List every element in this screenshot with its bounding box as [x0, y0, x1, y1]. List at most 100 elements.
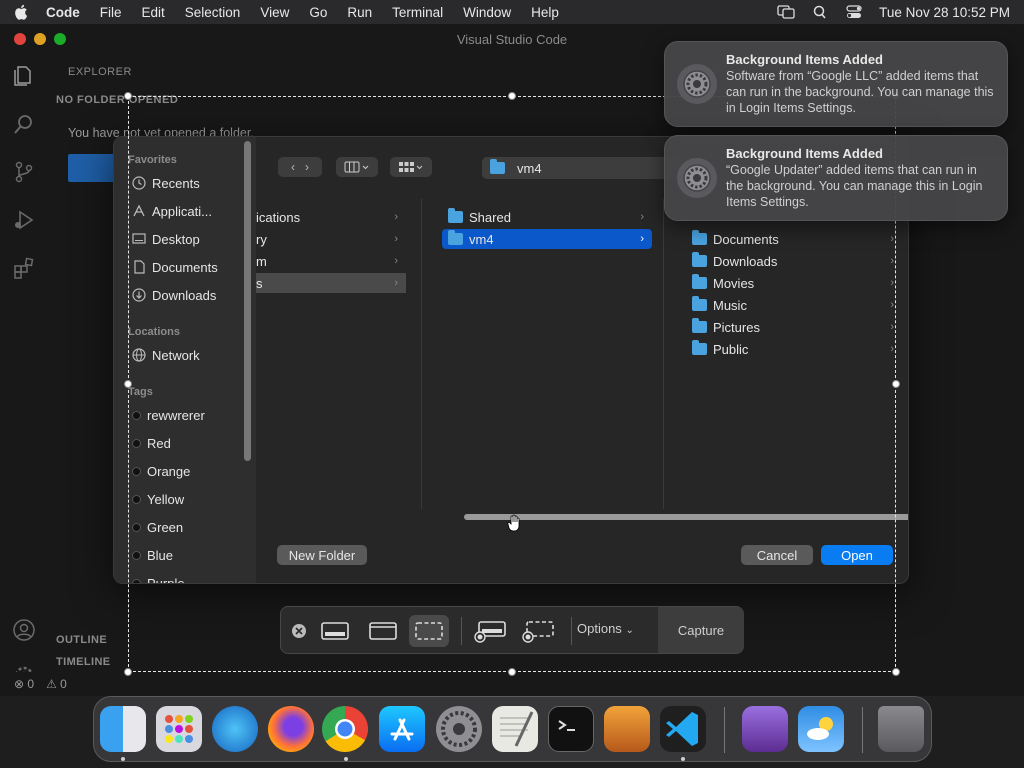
source-control-icon[interactable] [12, 160, 36, 184]
menu-edit[interactable]: Edit [142, 5, 165, 20]
capture-window-button[interactable] [363, 615, 403, 647]
sidebar-item-desktop[interactable]: Desktop [132, 229, 200, 249]
finder-icon[interactable] [100, 706, 146, 752]
selection-handle[interactable] [124, 380, 132, 388]
system-settings-gear-icon [677, 64, 717, 104]
list-item[interactable]: ry › [256, 229, 406, 249]
garageband-icon[interactable] [604, 706, 650, 752]
sidebar-tag-orange[interactable]: Orange [132, 461, 190, 481]
menu-help[interactable]: Help [531, 5, 559, 20]
folder-downloads[interactable]: Downloads › [692, 251, 902, 271]
selection-handle[interactable] [892, 668, 900, 676]
search-icon[interactable] [12, 112, 36, 136]
sidebar-scrollbar[interactable] [244, 141, 251, 461]
list-item[interactable]: m › [256, 251, 406, 271]
horizontal-scroll-thumb[interactable] [464, 514, 908, 520]
sidebar-tag-yellow[interactable]: Yellow [132, 489, 184, 509]
outline-section[interactable]: OUTLINE [56, 634, 107, 646]
account-icon[interactable] [12, 618, 36, 642]
selection-handle[interactable] [508, 92, 516, 100]
sidebar-item-documents[interactable]: Documents [132, 257, 218, 277]
sidebar-item-recents[interactable]: Recents [132, 173, 200, 193]
group-by-button[interactable] [390, 157, 432, 177]
sidebar-tag-purple[interactable]: Purple [132, 573, 185, 583]
weather-icon[interactable] [798, 706, 844, 752]
sidebar-item-applications[interactable]: Applicati... [132, 201, 212, 221]
close-window-button[interactable] [14, 33, 26, 45]
vscode-icon[interactable] [660, 706, 706, 752]
menu-go[interactable]: Go [309, 5, 327, 20]
horizontal-scrollbar[interactable] [256, 511, 908, 523]
firefox-icon[interactable] [268, 706, 314, 752]
folder-movies[interactable]: Movies › [692, 273, 902, 293]
column-view-button[interactable] [336, 157, 378, 177]
menu-run[interactable]: Run [347, 5, 372, 20]
applications-icon [133, 204, 145, 217]
folder-documents[interactable]: Documents › [692, 229, 902, 249]
screen-mirroring-icon[interactable] [777, 5, 795, 19]
trash-icon[interactable] [878, 706, 924, 752]
capture-button[interactable]: Capture [658, 607, 744, 653]
selection-handle[interactable] [124, 668, 132, 676]
capture-entire-screen-button[interactable] [315, 615, 355, 647]
terminal-icon[interactable] [548, 706, 594, 752]
zoom-window-button[interactable] [54, 33, 66, 45]
timeline-section[interactable]: TIMELINE [56, 656, 111, 668]
toolbar-divider [571, 617, 572, 645]
close-icon[interactable] [291, 623, 307, 639]
menu-selection[interactable]: Selection [185, 5, 241, 20]
selection-handle[interactable] [508, 668, 516, 676]
cancel-button[interactable]: Cancel [741, 545, 813, 565]
app-store-icon[interactable] [379, 706, 425, 752]
apple-icon[interactable] [14, 4, 28, 20]
folder-pictures[interactable]: Pictures › [692, 317, 902, 337]
selection-handle[interactable] [124, 92, 132, 100]
textedit-icon[interactable] [492, 706, 538, 752]
minimize-window-button[interactable] [34, 33, 46, 45]
chrome-icon[interactable] [322, 706, 368, 752]
menu-window[interactable]: Window [463, 5, 511, 20]
back-forward-buttons[interactable]: ‹ › [278, 157, 322, 177]
error-count[interactable]: ⊗ 0 [14, 677, 34, 691]
list-item-selected[interactable]: s › [256, 273, 406, 293]
spotlight-search-icon[interactable] [811, 5, 829, 19]
sidebar-tag-blue[interactable]: Blue [132, 545, 173, 565]
menu-view[interactable]: View [260, 5, 289, 20]
control-center-icon[interactable] [845, 5, 863, 19]
record-selection-button[interactable] [519, 615, 559, 647]
extensions-icon[interactable] [12, 256, 36, 280]
sidebar-item-network[interactable]: Network [132, 345, 200, 365]
forward-chevron-icon[interactable]: › [305, 160, 309, 174]
system-settings-icon[interactable] [436, 706, 482, 752]
menubar-clock[interactable]: Tue Nov 28 10:52 PM [879, 5, 1010, 20]
visual-studio-icon[interactable] [742, 706, 788, 752]
new-folder-button[interactable]: New Folder [277, 545, 367, 565]
folder-shared[interactable]: Shared › [442, 207, 652, 227]
notification-card[interactable]: Background Items Added Software from “Go… [664, 41, 1008, 127]
path-popup[interactable]: vm4 [482, 157, 682, 179]
sidebar-tag-red[interactable]: Red [132, 433, 171, 453]
sidebar-tag-green[interactable]: Green [132, 517, 183, 537]
selection-handle[interactable] [892, 380, 900, 388]
notification-card[interactable]: Background Items Added “Google Updater” … [664, 135, 1008, 221]
record-entire-screen-button[interactable] [471, 615, 511, 647]
capture-selection-button[interactable] [409, 615, 449, 647]
list-item[interactable]: ications › [256, 207, 406, 227]
launchpad-icon[interactable] [156, 706, 202, 752]
folder-public[interactable]: Public › [692, 339, 902, 359]
folder-music[interactable]: Music › [692, 295, 902, 315]
warning-count[interactable]: ⚠ 0 [46, 677, 67, 691]
back-chevron-icon[interactable]: ‹ [291, 160, 295, 174]
folder-vm4[interactable]: vm4 › [442, 229, 652, 249]
sidebar-item-downloads[interactable]: Downloads [132, 285, 216, 305]
menu-terminal[interactable]: Terminal [392, 5, 443, 20]
menu-app-name[interactable]: Code [46, 5, 80, 20]
menu-file[interactable]: File [100, 5, 122, 20]
sidebar-tag-rewwrerer[interactable]: rewwrerer [132, 405, 205, 425]
no-folder-section[interactable]: NO FOLDER OPENED [56, 94, 178, 106]
open-button[interactable]: Open [821, 545, 893, 565]
safari-icon[interactable] [212, 706, 258, 752]
run-debug-icon[interactable] [12, 208, 36, 232]
explorer-files-icon[interactable] [12, 64, 36, 88]
options-menu-button[interactable]: Options ⌄ [577, 621, 634, 636]
